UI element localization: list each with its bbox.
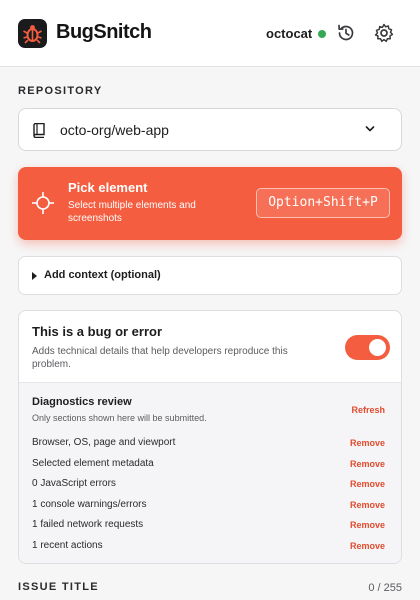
issue-title-char-count: 0 / 255 <box>368 582 402 594</box>
remove-button[interactable]: Remove <box>350 520 385 530</box>
remove-button[interactable]: Remove <box>350 459 385 469</box>
diagnostic-row: 1 recent actions Remove <box>19 536 401 556</box>
toggle-knob <box>369 339 386 356</box>
main-content: REPOSITORY octo-org/web-app Pick element… <box>0 68 420 600</box>
keyboard-shortcut: Option+Shift+P <box>256 188 390 218</box>
bug-report-panel: This is a bug or error Adds technical de… <box>18 310 402 564</box>
diagnostic-label: 1 failed network requests <box>32 519 144 530</box>
bug-toggle-switch[interactable] <box>345 335 390 360</box>
repository-label: REPOSITORY <box>18 85 103 97</box>
pick-element-description: Select multiple elements and screenshots <box>68 200 196 224</box>
diagnostic-label: Browser, OS, page and viewport <box>32 437 176 448</box>
refresh-button[interactable]: Refresh <box>351 405 385 415</box>
diagnostics-title: Diagnostics review <box>32 396 132 408</box>
diagnostic-row: 1 console warnings/errors Remove <box>19 495 401 515</box>
repository-name: octo-org/web-app <box>60 122 169 138</box>
add-context-toggle[interactable]: Add context (optional) <box>18 256 402 295</box>
history-button[interactable] <box>335 22 357 44</box>
diagnostics-review: Diagnostics review Only sections shown h… <box>19 382 401 563</box>
bug-icon <box>18 19 47 48</box>
username: octocat <box>266 26 313 41</box>
diagnostic-row: 0 JavaScript errors Remove <box>19 474 401 494</box>
gear-icon <box>374 23 394 43</box>
remove-button[interactable]: Remove <box>350 500 385 510</box>
repository-select[interactable]: octo-org/web-app <box>18 108 402 151</box>
settings-button[interactable] <box>373 22 395 44</box>
pick-element-button[interactable]: Pick element Select multiple elements an… <box>18 167 402 240</box>
disclosure-triangle-icon <box>32 272 37 280</box>
diagnostic-row: Selected element metadata Remove <box>19 454 401 474</box>
bug-toggle-title: This is a bug or error <box>32 324 163 339</box>
repo-book-icon <box>33 123 45 138</box>
diagnostic-row: 1 failed network requests Remove <box>19 515 401 535</box>
issue-title-label: ISSUE TITLE <box>18 581 99 593</box>
bug-toggle-description: Adds technical details that help develop… <box>32 346 288 370</box>
diagnostics-subtitle: Only sections shown here will be submitt… <box>32 413 207 423</box>
remove-button[interactable]: Remove <box>350 479 385 489</box>
pick-element-title: Pick element <box>68 180 148 195</box>
remove-button[interactable]: Remove <box>350 541 385 551</box>
diagnostic-label: 1 recent actions <box>32 540 103 551</box>
history-icon <box>338 24 354 41</box>
add-context-label: Add context (optional) <box>44 269 161 281</box>
remove-button[interactable]: Remove <box>350 438 385 448</box>
diagnostic-label: 1 console warnings/errors <box>32 499 147 510</box>
brand-name: BugSnitch <box>56 21 152 43</box>
diagnostic-label: Selected element metadata <box>32 458 154 469</box>
chevron-down-icon <box>365 126 375 132</box>
app-header: BugSnitch octocat <box>0 0 420 67</box>
online-status-dot <box>318 30 326 38</box>
diagnostic-row: Browser, OS, page and viewport Remove <box>19 433 401 453</box>
crosshair-icon <box>32 192 54 214</box>
diagnostic-label: 0 JavaScript errors <box>32 478 116 489</box>
